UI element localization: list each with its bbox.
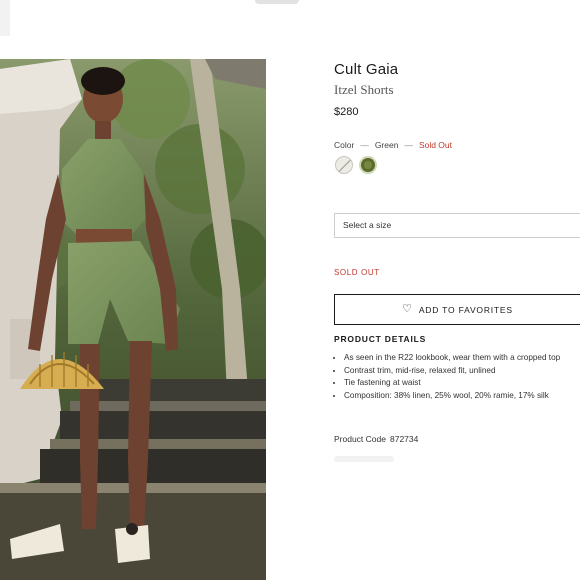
- top-decoration: [255, 0, 299, 4]
- color-separator: —: [360, 140, 369, 150]
- heart-icon: ♡: [402, 303, 413, 315]
- product-details-title: PRODUCT DETAILS: [334, 334, 427, 344]
- detail-item: Tie fastening at waist: [344, 377, 580, 390]
- color-separator: —: [404, 140, 413, 150]
- color-status: Sold Out: [418, 140, 453, 150]
- faded-line: [334, 456, 394, 462]
- detail-item: As seen in the R22 lookbook, wear them w…: [344, 352, 580, 365]
- swatch-cream[interactable]: [335, 156, 353, 174]
- swatch-green[interactable]: [359, 156, 377, 174]
- sold-out-label: SOLD OUT: [334, 268, 380, 277]
- product-code-label: Product Code: [334, 434, 386, 444]
- detail-item: Contrast trim, mid-rise, relaxed fit, un…: [344, 365, 580, 378]
- add-to-favorites-button[interactable]: ♡ ADD TO FAVORITES: [334, 294, 580, 325]
- product-title: Itzel Shorts: [334, 82, 394, 97]
- product-info: Cult Gaia Itzel Shorts $280 Color — Green —…: [334, 0, 580, 580]
- color-selected: Green: [374, 140, 399, 150]
- product-code: Product Code 872734: [334, 434, 418, 444]
- color-label: Color: [334, 140, 355, 150]
- product-photo: [0, 59, 266, 580]
- add-to-favorites-label: ADD TO FAVORITES: [418, 304, 513, 315]
- product-price: $280: [334, 106, 359, 118]
- detail-item: Composition: 38% linen, 25% wool, 20% ra…: [344, 390, 580, 403]
- top-left-bar: [0, 0, 10, 36]
- product-details-list: As seen in the R22 lookbook, wear them w…: [334, 352, 580, 402]
- color-row: Color — Green — Sold Out: [334, 140, 452, 150]
- size-select[interactable]: Select a size: [334, 213, 580, 238]
- product-code-value: 872734: [389, 434, 419, 444]
- brand-name[interactable]: Cult Gaia: [334, 61, 398, 78]
